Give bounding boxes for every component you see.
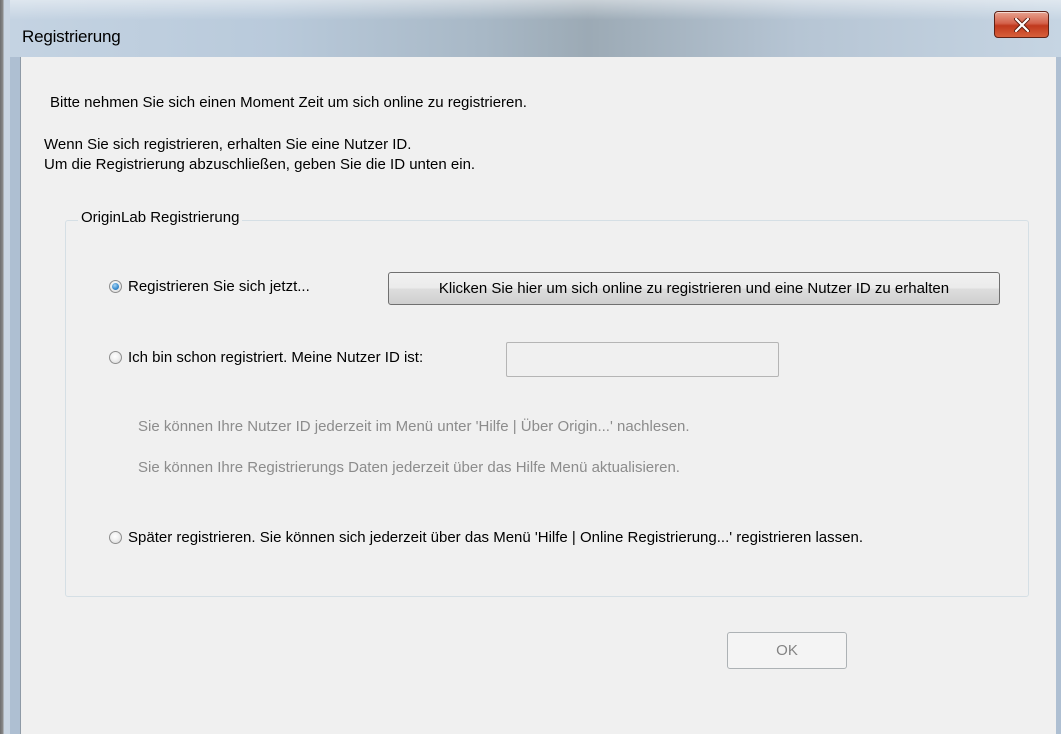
title-bar[interactable]: Registrierung [10, 0, 1061, 57]
registration-groupbox: OriginLab Registrierung Registrieren Sie… [65, 209, 1029, 597]
user-id-hint-text: Sie können Ihre Nutzer ID jederzeit im M… [138, 418, 690, 435]
radio-later-row[interactable]: Später registrieren. Sie können sich jed… [109, 529, 863, 546]
radio-already-registered-label[interactable]: Ich bin schon registriert. Meine Nutzer … [128, 349, 423, 366]
radio-already-registered[interactable] [109, 351, 122, 364]
register-online-button[interactable]: Klicken Sie hier um sich online zu regis… [388, 272, 1000, 305]
close-x-icon [1013, 17, 1030, 32]
title-bar-glare [10, 0, 1061, 20]
radio-register-now-row[interactable]: Registrieren Sie sich jetzt... [109, 278, 310, 295]
update-data-hint-text: Sie können Ihre Registrierungs Daten jed… [138, 459, 680, 476]
groupbox-legend: OriginLab Registrierung [78, 209, 243, 226]
radio-register-now-label[interactable]: Registrieren Sie sich jetzt... [128, 278, 310, 295]
radio-register-later-label[interactable]: Später registrieren. Sie können sich jed… [128, 529, 863, 546]
intro-text-line-2: Wenn Sie sich registrieren, erhalten Sie… [44, 136, 412, 153]
close-button[interactable] [994, 11, 1049, 38]
user-id-input[interactable] [506, 342, 779, 377]
ok-button[interactable]: OK [727, 632, 847, 669]
radio-register-later[interactable] [109, 531, 122, 544]
ok-button-label: OK [776, 642, 798, 659]
radio-register-now[interactable] [109, 280, 122, 293]
window-left-border [0, 0, 10, 734]
intro-text-line-1: Bitte nehmen Sie sich einen Moment Zeit … [50, 94, 527, 111]
intro-text-line-3: Um die Registrierung abzuschließen, gebe… [44, 156, 476, 173]
window-title: Registrierung [22, 27, 121, 46]
dialog-client-area: Bitte nehmen Sie sich einen Moment Zeit … [20, 57, 1056, 734]
registration-dialog: Registrierung Bitte nehmen Sie sich eine… [0, 0, 1061, 734]
radio-registered-row[interactable]: Ich bin schon registriert. Meine Nutzer … [109, 349, 423, 366]
